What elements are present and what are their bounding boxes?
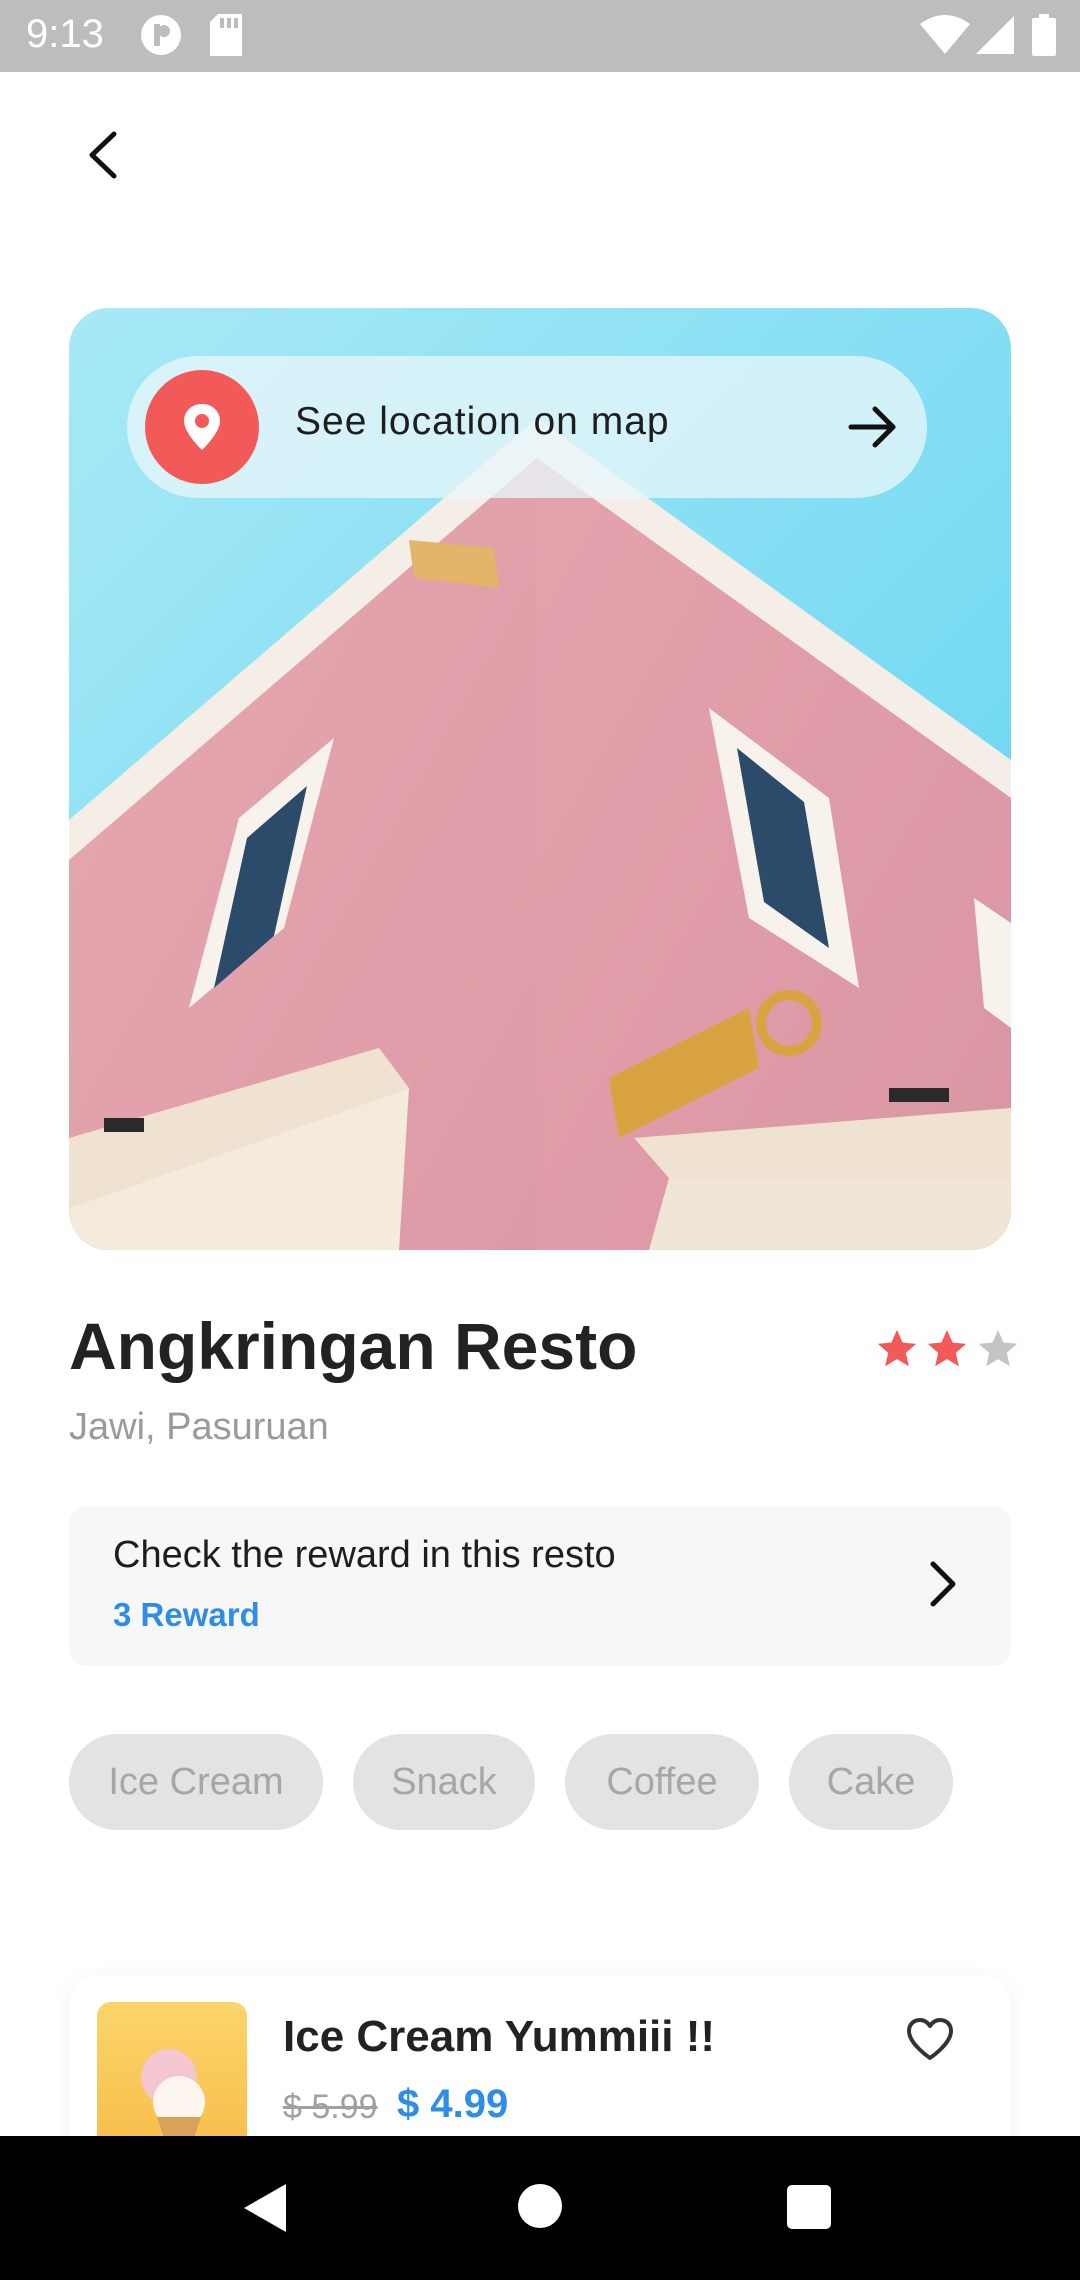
chevron-right-icon — [917, 1558, 969, 1615]
system-nav-bar — [0, 2136, 1080, 2280]
back-button[interactable] — [78, 128, 132, 182]
heart-outline-icon — [907, 2018, 953, 2060]
wifi-icon — [920, 14, 970, 61]
status-bar: 9:13 — [0, 0, 1080, 72]
star-filled-icon — [928, 1329, 967, 1367]
arrow-right-icon — [847, 401, 899, 458]
location-pin-icon — [145, 370, 259, 484]
reward-count: 3 Reward — [113, 1596, 260, 1633]
star-filled-icon — [877, 1329, 917, 1367]
sd-card-icon — [210, 14, 242, 61]
restaurant-name: Angkringan Resto — [69, 1309, 638, 1383]
see-location-label: See location on map — [295, 400, 670, 443]
category-chip-coffee[interactable]: Coffee — [565, 1734, 759, 1830]
product-old-price: $ 5.99 — [283, 2088, 378, 2126]
rating-stars — [874, 1326, 1021, 1377]
cellular-icon — [976, 14, 1016, 61]
product-name: Ice Cream Yummiii !! — [283, 2012, 716, 2061]
product-price: $ 4.99 — [397, 2082, 509, 2126]
status-time: 9:13 — [26, 12, 104, 56]
battery-icon — [1032, 14, 1056, 61]
restaurant-photo: See location on map — [69, 308, 1011, 1250]
favorite-button[interactable] — [905, 2016, 955, 2067]
chevron-left-icon — [89, 131, 117, 179]
reward-card[interactable]: Check the reward in this resto 3 Reward — [69, 1506, 1011, 1666]
category-chip-ice-cream[interactable]: Ice Cream — [69, 1734, 323, 1830]
nav-home-icon[interactable] — [516, 2182, 564, 2235]
star-empty-icon — [978, 1329, 1018, 1367]
do-not-disturb-icon — [140, 14, 182, 61]
category-chip-snack[interactable]: Snack — [353, 1734, 535, 1830]
reward-title: Check the reward in this resto — [113, 1534, 616, 1576]
nav-back-icon[interactable] — [240, 2182, 288, 2239]
see-location-button[interactable]: See location on map — [127, 356, 927, 498]
restaurant-location: Jawi, Pasuruan — [69, 1406, 329, 1448]
nav-recents-icon[interactable] — [786, 2184, 832, 2235]
category-chip-cake[interactable]: Cake — [789, 1734, 953, 1830]
